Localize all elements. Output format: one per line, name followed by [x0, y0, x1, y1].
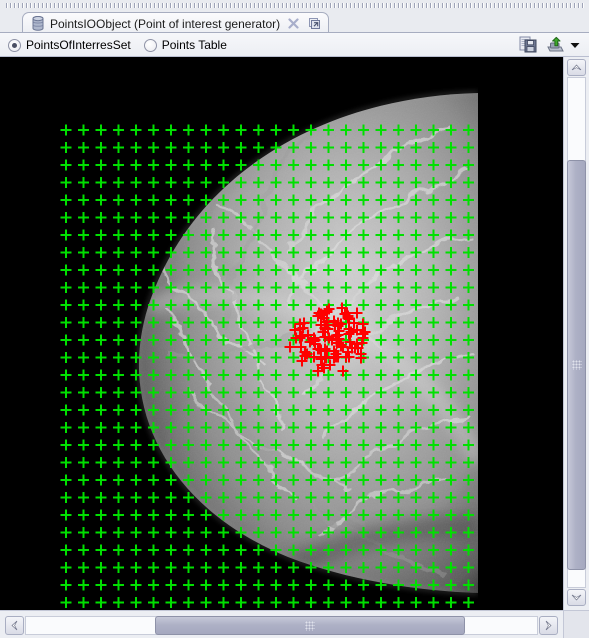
vertical-scrollbar[interactable]	[563, 57, 589, 610]
horizontal-scroll-thumb[interactable]	[155, 616, 465, 635]
chevron-right-icon	[545, 620, 552, 631]
scroll-right-button[interactable]	[539, 616, 558, 635]
chevron-left-icon	[11, 620, 18, 631]
radio-indicator-selected[interactable]	[8, 38, 21, 52]
scroll-down-button[interactable]	[567, 589, 586, 606]
radio-points-of-interres-set[interactable]: PointsOfInterresSet	[8, 38, 131, 52]
window-drag-handle[interactable]	[0, 0, 589, 10]
export-button[interactable]	[545, 35, 565, 55]
chevron-down-icon	[571, 594, 582, 601]
chevron-down-icon[interactable]	[569, 36, 581, 54]
tab-bar: PointsIOObject (Point of interest genera…	[0, 10, 589, 34]
horizontal-scrollbar[interactable]	[0, 610, 563, 638]
radio-points-table[interactable]: Points Table	[143, 38, 227, 52]
scroll-left-button[interactable]	[5, 616, 24, 635]
database-icon	[31, 16, 45, 31]
scroll-thumb-grip	[305, 620, 315, 631]
chevron-up-icon	[571, 64, 582, 71]
point-of-interest-canvas[interactable]	[0, 57, 563, 610]
scroll-up-button[interactable]	[567, 59, 586, 76]
scrollbar-corner	[563, 610, 589, 638]
view-toolbar: PointsOfInterresSet Points Table	[0, 33, 589, 57]
points-overlay	[60, 124, 474, 608]
points-io-object-window: PointsIOObject (Point of interest genera…	[0, 0, 589, 638]
green-point-grid	[60, 124, 474, 608]
toolbar-actions	[518, 35, 589, 55]
float-window-icon[interactable]	[307, 16, 322, 31]
drag-handle-dots	[6, 3, 584, 8]
radio-label-points-of-interres-set: PointsOfInterresSet	[26, 38, 131, 52]
scroll-thumb-grip	[571, 360, 582, 370]
radio-label-points-table: Points Table	[161, 38, 227, 52]
save-as-button[interactable]	[518, 35, 538, 55]
vertical-scroll-thumb[interactable]	[567, 160, 586, 570]
tab-points-io-object[interactable]: PointsIOObject (Point of interest genera…	[22, 12, 330, 34]
tab-title: PointsIOObject (Point of interest genera…	[50, 16, 281, 31]
radio-indicator-unselected[interactable]	[143, 38, 157, 52]
close-icon[interactable]	[286, 16, 301, 31]
canvas-wrap	[0, 57, 563, 610]
